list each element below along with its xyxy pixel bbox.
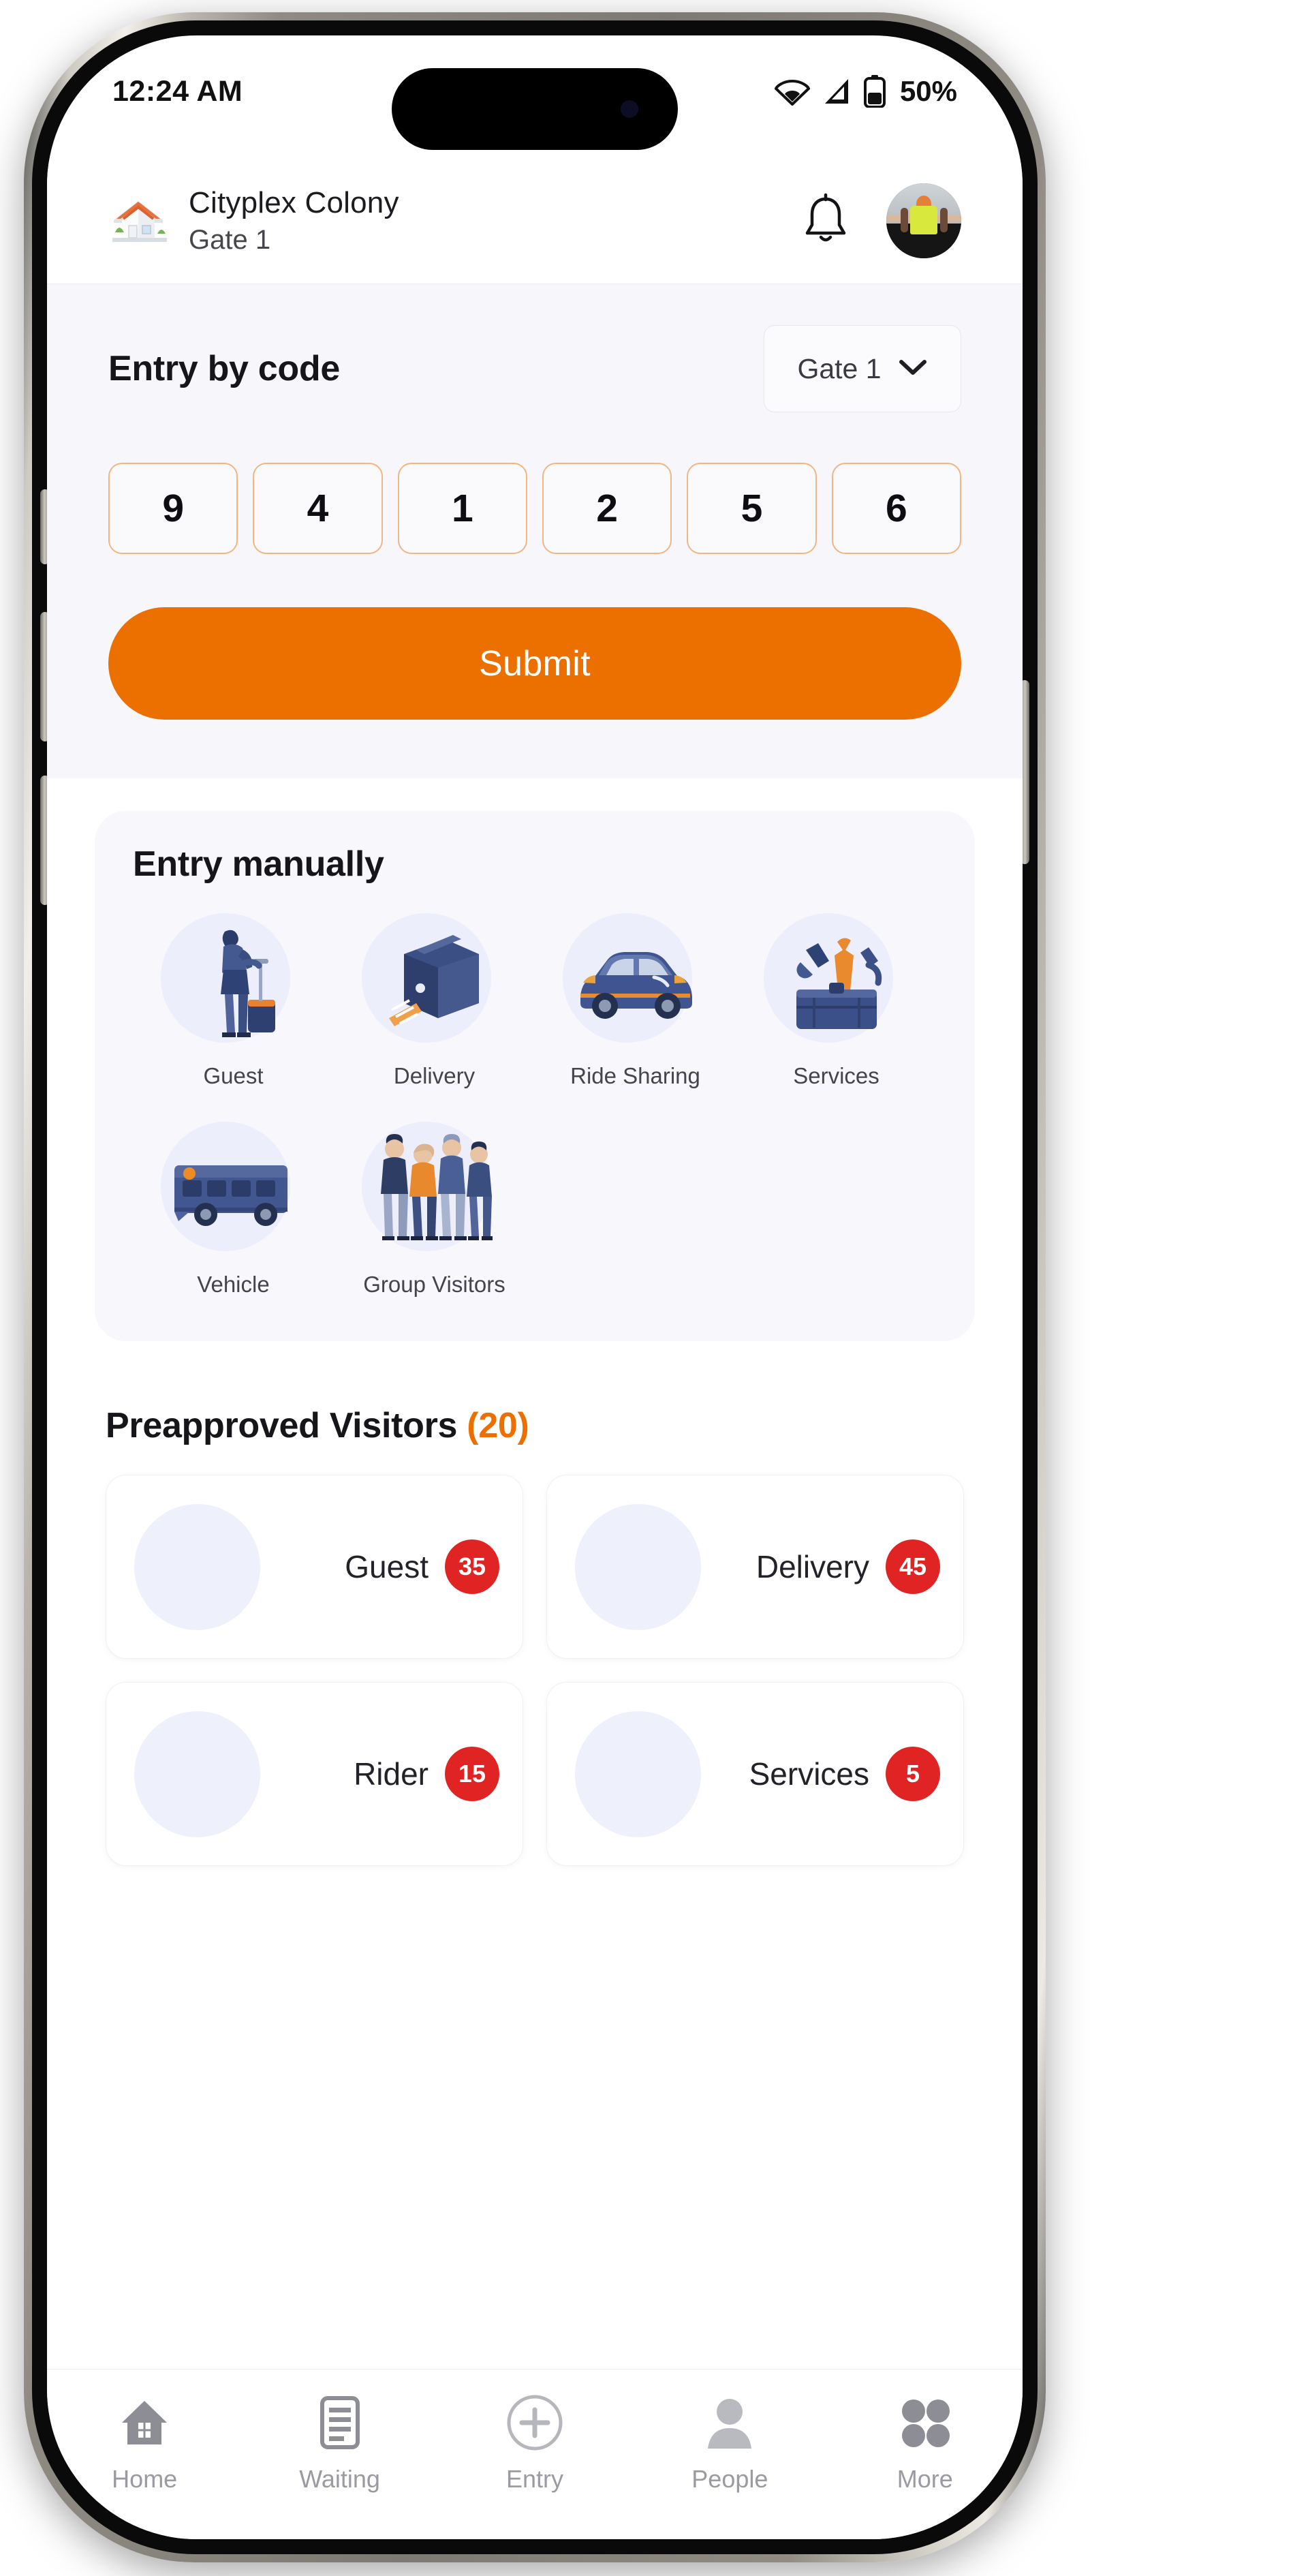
toolbox-icon <box>780 923 892 1042</box>
bus-icon <box>170 1146 296 1235</box>
clipboard-list-icon <box>318 2390 362 2455</box>
app-content: Entry by code Gate 1 9 4 1 2 5 6 Submit … <box>47 284 1023 1893</box>
delivery-box-icon <box>377 923 493 1042</box>
app-header: Cityplex Colony Gate 1 <box>47 158 1023 284</box>
preapproved-card-label: Delivery <box>756 1549 869 1584</box>
plus-circle-icon <box>505 2390 564 2455</box>
code-digit-6[interactable]: 6 <box>831 463 961 554</box>
society-name: Cityplex Colony <box>189 186 399 219</box>
status-indicators: 50% <box>774 75 957 108</box>
battery-icon <box>863 75 886 108</box>
wifi-icon <box>774 77 810 106</box>
preapproved-title: Preapproved Visitors (20) <box>106 1405 964 1446</box>
code-digit-1[interactable]: 9 <box>108 463 238 554</box>
phone-screen: 12:24 AM 50% Cityplex Colony Gate 1 Entr… <box>47 35 1023 2539</box>
nav-item-people[interactable]: People <box>648 2390 811 2494</box>
code-input-group[interactable]: 9 4 1 2 5 6 <box>108 463 961 554</box>
status-time: 12:24 AM <box>112 75 243 108</box>
home-icon <box>118 2390 171 2455</box>
preapproved-card-rider[interactable]: Rider 15 <box>106 1682 523 1866</box>
cellular-signal-icon <box>821 77 852 106</box>
entry-option-vehicle[interactable]: Vehicle <box>133 1119 334 1298</box>
nav-item-label: Waiting <box>299 2465 380 2493</box>
battery-percent-label: 50% <box>899 75 957 107</box>
gate-selector-dropdown[interactable]: Gate 1 <box>764 325 961 412</box>
preapproved-card-badge: 5 <box>886 1747 940 1801</box>
gate-selector-value: Gate 1 <box>797 352 882 384</box>
nav-item-home[interactable]: Home <box>63 2390 226 2494</box>
entry-option-guest[interactable]: Guest <box>133 910 334 1089</box>
preapproved-visitors-section: Preapproved Visitors (20) Guest 35 Deliv… <box>47 1367 1023 1893</box>
nav-item-label: People <box>691 2465 768 2493</box>
code-digit-5[interactable]: 5 <box>687 463 817 554</box>
phone-bezel: 12:24 AM 50% Cityplex Colony Gate 1 Entr… <box>32 20 1038 2554</box>
entry-option-label: Guest <box>203 1063 264 1088</box>
gate-name: Gate 1 <box>189 225 271 255</box>
car-icon <box>572 938 698 1026</box>
bell-icon[interactable] <box>800 192 851 250</box>
preapproved-card-badge: 35 <box>445 1539 499 1594</box>
preapproved-card-label: Rider <box>354 1756 429 1792</box>
entry-option-label: Delivery <box>393 1063 476 1088</box>
preapproved-count: (20) <box>467 1406 529 1445</box>
code-digit-2[interactable]: 4 <box>253 463 383 554</box>
society-info[interactable]: Cityplex Colony Gate 1 <box>108 186 399 256</box>
preapproved-card-label: Guest <box>345 1549 429 1584</box>
bottom-navigation: Home Waiting Entry People More <box>47 2369 1023 2539</box>
chevron-down-icon <box>898 358 928 380</box>
entry-by-code-title: Entry by code <box>108 349 340 388</box>
entry-option-ride-sharing[interactable]: Ride Sharing <box>535 910 736 1089</box>
preapproved-title-text: Preapproved Visitors <box>106 1406 458 1445</box>
entry-option-label: Ride Sharing <box>570 1063 700 1088</box>
code-digit-4[interactable]: 2 <box>542 463 672 554</box>
dynamic-island <box>392 68 678 150</box>
entry-manually-section: Entry manually Guest Delivery Ride Shari… <box>47 778 1023 1367</box>
entry-by-code-section: Entry by code Gate 1 9 4 1 2 5 6 Submit <box>47 284 1023 778</box>
entry-option-label: Group Visitors <box>363 1272 505 1297</box>
status-bar: 12:24 AM 50% <box>47 35 1023 158</box>
entry-option-delivery[interactable]: Delivery <box>334 910 535 1089</box>
nav-item-label: More <box>897 2465 953 2493</box>
entry-option-group-visitors[interactable]: Group Visitors <box>334 1119 535 1298</box>
preapproved-card-delivery[interactable]: Delivery 45 <box>546 1475 964 1659</box>
preapproved-card-label: Services <box>749 1756 869 1792</box>
preapproved-card-badge: 15 <box>445 1747 499 1801</box>
phone-frame: 12:24 AM 50% Cityplex Colony Gate 1 Entr… <box>24 12 1046 2562</box>
nav-item-more[interactable]: More <box>843 2390 1007 2494</box>
preapproved-grid: Guest 35 Delivery 45 Rider 15 Services 5 <box>106 1475 964 1866</box>
house-icon <box>108 193 171 249</box>
preapproved-card-guest[interactable]: Guest 35 <box>106 1475 523 1659</box>
group-people-icon <box>370 1126 499 1255</box>
front-camera-lens <box>621 100 638 118</box>
nav-item-label: Entry <box>505 2465 563 2493</box>
code-digit-3[interactable]: 1 <box>397 463 527 554</box>
nav-item-label: Home <box>112 2465 178 2493</box>
person-icon <box>704 2390 755 2455</box>
avatar[interactable] <box>886 183 961 258</box>
entry-option-label: Services <box>793 1063 879 1088</box>
entry-manually-title: Entry manually <box>133 844 384 884</box>
preapproved-card-badge: 45 <box>886 1539 940 1594</box>
guest-traveler-icon <box>183 919 285 1045</box>
grid-dots-icon <box>897 2390 953 2455</box>
nav-item-waiting[interactable]: Waiting <box>258 2390 422 2494</box>
preapproved-card-services[interactable]: Services 5 <box>546 1682 964 1866</box>
entry-option-services[interactable]: Services <box>736 910 937 1089</box>
submit-button[interactable]: Submit <box>108 607 961 720</box>
entry-option-label: Vehicle <box>197 1272 270 1297</box>
entry-manually-grid: Guest Delivery Ride Sharing Services Veh… <box>133 910 937 1298</box>
nav-item-entry[interactable]: Entry <box>453 2390 617 2494</box>
